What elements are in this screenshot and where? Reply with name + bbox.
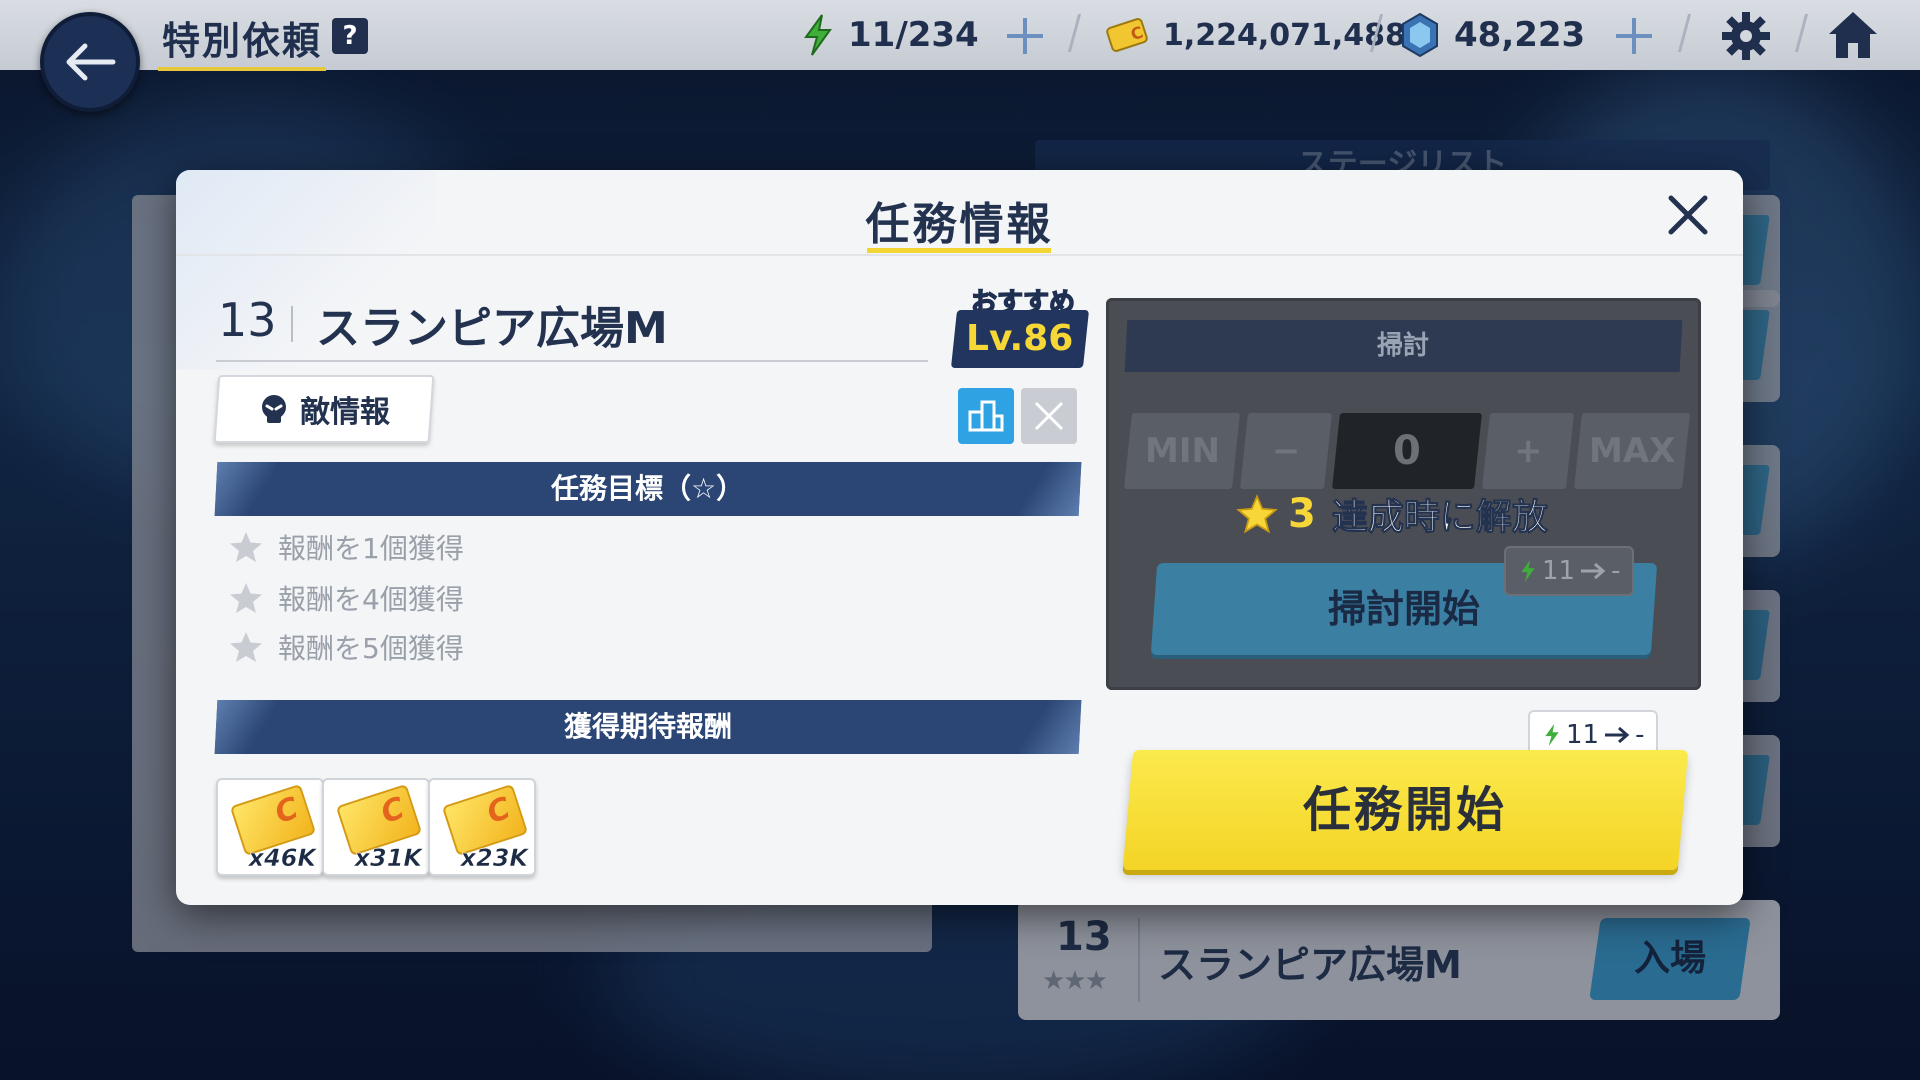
reward-quantity: x23K <box>460 844 528 873</box>
stamina-display: 11/234 <box>800 8 979 62</box>
arrow-right-icon <box>1605 726 1630 744</box>
help-icon[interactable]: ? <box>332 18 368 54</box>
sweep-min-button[interactable]: MIN <box>1124 413 1240 489</box>
stamina-value: 11/234 <box>848 15 979 55</box>
recommended-level-badge: Lv.86 <box>950 310 1090 368</box>
reward-item[interactable]: C x31K <box>322 778 430 876</box>
lightning-icon <box>1545 723 1559 747</box>
sweep-max-button[interactable]: MAX <box>1574 413 1690 489</box>
credits-display: C 1,224,071,488 <box>1105 8 1406 62</box>
sweep-minus-button[interactable]: − <box>1240 413 1332 489</box>
sweep-panel: 掃討 MIN − 0 + MAX 3 達成時に解放 掃討開始 11 - <box>1106 298 1701 690</box>
star-icon <box>230 632 262 662</box>
reward-quantity: x46K <box>248 844 316 873</box>
gear-icon[interactable] <box>1720 10 1772 62</box>
credits-value: 1,224,071,488 <box>1163 17 1406 53</box>
expected-rewards-header: 獲得期待報酬 <box>214 700 1082 754</box>
reward-item[interactable]: C x23K <box>428 778 536 876</box>
star-icon <box>230 532 262 562</box>
add-stamina-icon[interactable] <box>1003 14 1047 58</box>
back-button[interactable] <box>40 12 140 112</box>
lightning-icon <box>804 14 832 56</box>
mission-info-dialog: 任務情報 13 スランピア広場M おすすめ Lv.86 敵情報 任務目標（☆） … <box>176 170 1743 905</box>
enemy-info-label: 敵情報 <box>300 395 390 430</box>
stage-name: スランピア広場M <box>316 303 668 354</box>
sweep-cost-bubble: 11 - <box>1504 546 1635 596</box>
goal-item: 報酬を1個獲得 <box>228 527 464 567</box>
sweep-plus-button[interactable]: + <box>1482 413 1574 489</box>
goal-item: 報酬を5個獲得 <box>228 627 464 667</box>
sweep-header: 掃討 <box>1124 320 1683 372</box>
dialog-title: 任務情報 <box>865 199 1054 250</box>
mission-goals-header: 任務目標（☆） <box>214 462 1082 516</box>
reward-quantity: x31K <box>354 844 422 873</box>
enemy-skull-icon <box>262 395 286 423</box>
sweep-count: 0 <box>1332 413 1482 489</box>
credit-card-icon: C <box>1106 18 1148 52</box>
gems-display: 48,223 <box>1400 8 1585 62</box>
star-icon <box>230 583 262 613</box>
sweep-unlock-note: 3 達成時に解放 <box>1236 488 1656 540</box>
building-icon <box>968 400 1004 432</box>
close-icon[interactable] <box>1663 190 1713 240</box>
mission-start-button[interactable]: 任務開始 <box>1122 750 1689 870</box>
stage-number: 13 <box>218 293 277 347</box>
add-gems-icon[interactable] <box>1612 14 1656 58</box>
reward-item[interactable]: C x46K <box>216 778 324 876</box>
arrow-right-icon <box>1581 562 1606 580</box>
goal-item: 報酬を4個獲得 <box>228 578 464 618</box>
arrow-left-icon <box>66 43 116 81</box>
gem-icon <box>1402 12 1438 58</box>
star-icon <box>1236 494 1278 534</box>
gems-value: 48,223 <box>1454 15 1586 55</box>
lightning-icon <box>1521 559 1535 583</box>
map-button[interactable] <box>958 388 1014 444</box>
page-title: 特別依頼 <box>158 10 327 71</box>
disabled-toggle-button[interactable] <box>1021 388 1077 444</box>
close-icon <box>1034 401 1064 431</box>
enemy-info-button[interactable]: 敵情報 <box>213 375 435 443</box>
home-icon[interactable] <box>1825 8 1881 62</box>
